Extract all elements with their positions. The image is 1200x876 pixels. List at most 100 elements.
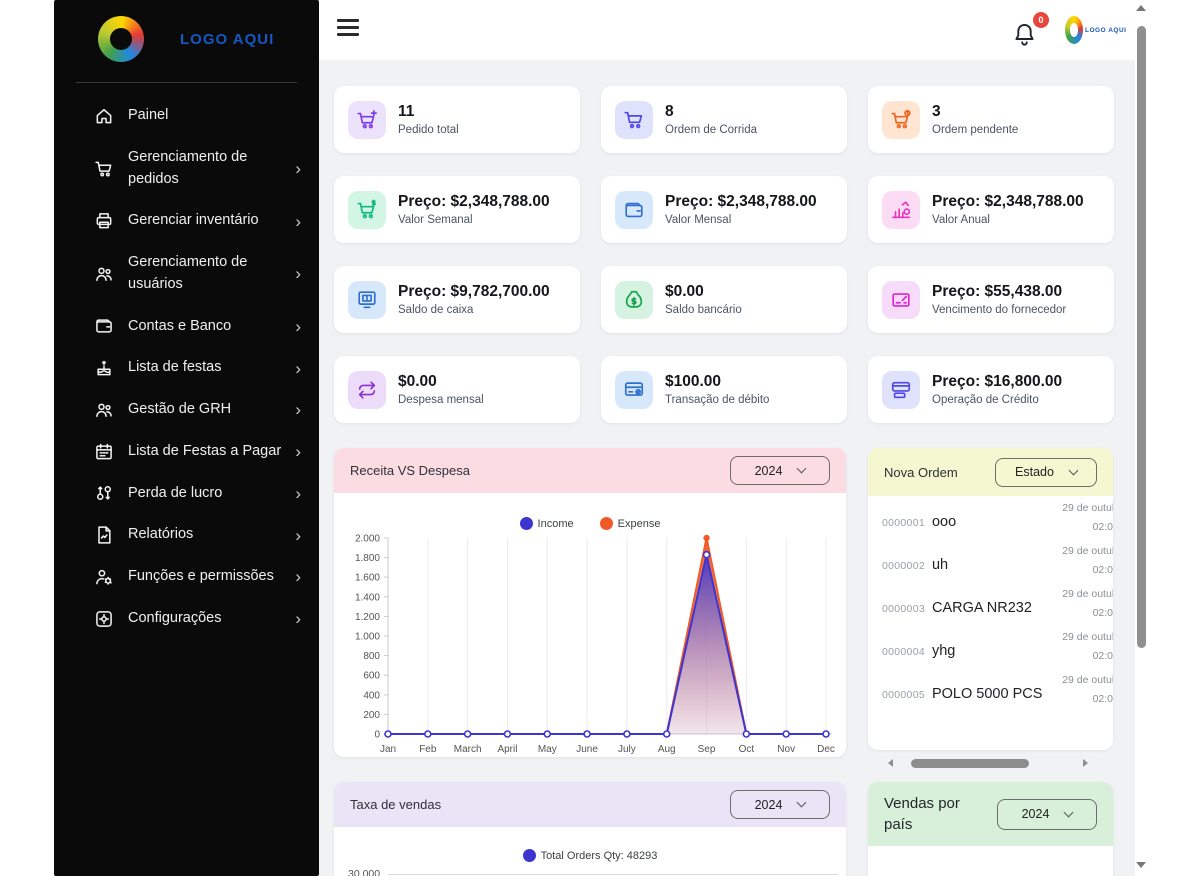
sidebar-item-label: Lista de Festas a Pagar [128,441,286,463]
sidebar-item-label: Gestão de GRH [128,399,286,421]
sidebar-item-gerenciamento-usuarios[interactable]: Gerenciamento de usuários › [54,242,319,306]
estado-filter-select[interactable]: Estado [995,458,1097,487]
menu-toggle-button[interactable] [337,19,359,40]
list-item[interactable]: 0000001 ooo 29 de outubro 02:0 [868,496,1113,539]
stat-value: 8 [665,103,757,121]
list-item[interactable]: 0000004 yhg 29 de outubro 02:0 [868,625,1113,668]
sales-chart-axis: 30.000 [348,868,838,876]
svg-text:May: May [538,744,557,755]
sidebar-item-relatorios[interactable]: Relatórios › [54,514,319,556]
order-time: 02:0 [1015,604,1113,623]
sidebar-item-configuracoes[interactable]: Configurações › [54,598,319,640]
sales-by-country-panel: Vendas por país 2024 [868,782,1113,876]
stat-card-despesa-mensal: $0.00 Despesa mensal [334,356,580,423]
scroll-right-arrow[interactable] [1083,759,1088,767]
svg-text:July: July [618,744,636,755]
svg-text:Jan: Jan [380,744,396,755]
stat-card-valor-mensal: Preço: $2,348,788.00 Valor Mensal [601,176,847,243]
svg-text:Feb: Feb [419,744,437,755]
sidebar-item-gerenciamento-pedidos[interactable]: Gerenciamento de pedidos › [54,137,319,201]
svg-text:1.800: 1.800 [355,553,380,564]
chart-legend: Total Orders Qty: 48293 [334,849,846,862]
cart-clock-icon [882,101,920,139]
svg-text:400: 400 [363,690,380,701]
brand-logo[interactable]: LOGO AQUI [54,0,319,76]
scrollbar-track[interactable] [899,759,1077,768]
stat-card-valor-semanal: Preço: $2,348,788.00 Valor Semanal [334,176,580,243]
brand-text: LOGO AQUI [180,31,274,48]
estado-select-value: Estado [1015,465,1054,479]
scroll-left-arrow[interactable] [888,759,893,767]
country-panel-header: Vendas por país 2024 [868,782,1113,846]
scrollbar-thumb[interactable] [911,759,1029,768]
credit-card-icon [882,371,920,409]
stat-cards-grid: 11 Pedido total 8 Ordem de Corrida 3 Ord… [334,86,1114,423]
chart-legend: Income Expense [342,517,838,530]
report-icon [94,525,114,545]
atm-icon [348,281,386,319]
year-select-value: 2024 [755,464,783,478]
stat-card-saldo-bancario: $0.00 Saldo bancário [601,266,847,333]
svg-text:600: 600 [363,671,380,682]
order-date: 29 de outubro [1062,545,1113,557]
settings-icon [94,609,114,629]
sidebar-item-lista-festas[interactable]: Lista de festas › [54,347,319,389]
orders-qty-legend-label: Total Orders Qty: 48293 [541,850,658,862]
svg-text:Sep: Sep [698,744,716,755]
page-scroll-down-arrow[interactable] [1136,862,1146,868]
user-avatar[interactable]: LOGO AQUI [1065,16,1126,44]
stat-label: Valor Semanal [398,214,550,226]
chevron-down-icon [797,464,807,474]
list-item[interactable]: 0000002 uh 29 de outubro 02:0 [868,539,1113,582]
cart-dollar-icon [348,191,386,229]
chevron-right-icon: › [295,527,301,544]
order-number: 0000003 [882,603,925,615]
cart-icon [615,101,653,139]
sales-panel-header: Taxa de vendas 2024 [334,782,846,827]
order-name: yhg [932,643,955,659]
sidebar-item-festas-a-pagar[interactable]: Lista de Festas a Pagar › [54,431,319,473]
order-date: 29 de outubro [1062,588,1113,600]
sidebar-item-painel[interactable]: Painel [54,95,319,137]
svg-text:June: June [576,744,598,755]
sidebar-item-label: Funções e permissões [128,566,286,588]
sidebar-item-gerenciar-inventario[interactable]: Gerenciar inventário › [54,200,319,242]
chevron-right-icon: › [295,568,301,585]
panel-title: Receita VS Despesa [350,463,470,478]
order-number: 0000005 [882,689,925,701]
year-select[interactable]: 2024 [730,456,830,485]
sidebar-item-label: Perda de lucro [128,483,286,505]
stat-value: $100.00 [665,373,769,391]
stat-value: Preço: $2,348,788.00 [398,193,550,211]
sidebar-item-contas-banco[interactable]: Contas e Banco › [54,306,319,348]
notifications-button[interactable]: 0 [1011,13,1045,49]
home-icon [94,106,114,126]
stat-value: Preço: $2,348,788.00 [665,193,817,211]
stat-label: Saldo de caixa [398,304,550,316]
year-select[interactable]: 2024 [730,790,830,819]
cart-icon [94,159,114,179]
sidebar-item-gestao-grh[interactable]: Gestão de GRH › [54,389,319,431]
svg-text:1.000: 1.000 [355,632,380,643]
page-scroll-up-arrow[interactable] [1136,5,1146,11]
svg-text:1.600: 1.600 [355,573,380,584]
page-scrollbar-thumb[interactable] [1137,26,1146,648]
list-item[interactable]: 0000003 CARGA NR232 29 de outubro 02:0 [868,582,1113,625]
income-legend-dot [520,517,533,530]
sidebar-item-perda-lucro[interactable]: Perda de lucro › [54,473,319,515]
orders-qty-legend-dot [523,849,536,862]
users-icon [94,264,114,284]
stat-label: Transação de débito [665,394,769,406]
list-item[interactable]: 0000005 POLO 5000 PCS 29 de outubro 02:0 [868,668,1113,711]
cart-plus-icon [348,101,386,139]
chevron-right-icon: › [295,485,301,502]
svg-text:200: 200 [363,710,380,721]
sidebar-item-funcoes-permissoes[interactable]: Funções e permissões › [54,556,319,598]
sidebar-item-label: Painel [128,105,286,127]
stat-card-ordem-pendente: 3 Ordem pendente [868,86,1114,153]
printer-icon [94,211,114,231]
sidebar-item-label: Contas e Banco [128,316,286,338]
wallet-icon [615,191,653,229]
year-select[interactable]: 2024 [997,799,1097,830]
stat-label: Valor Anual [932,214,1084,226]
